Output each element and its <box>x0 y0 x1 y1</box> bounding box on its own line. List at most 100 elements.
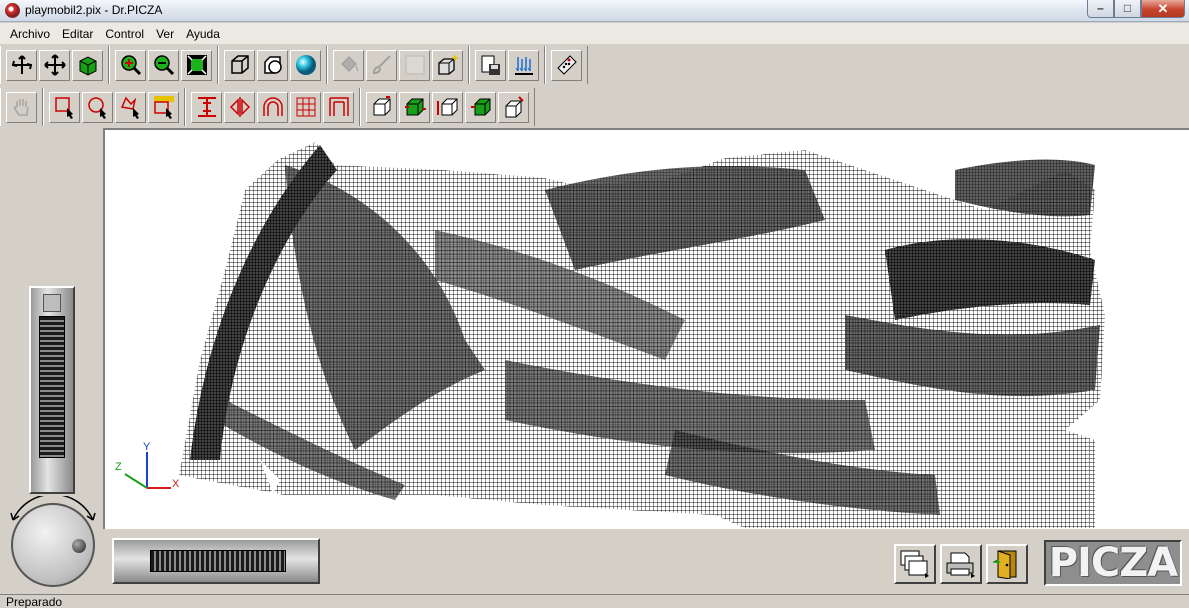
vertical-slider-track[interactable] <box>39 316 65 458</box>
paint-bucket-icon <box>340 56 358 72</box>
toolbar-group-select <box>43 88 185 126</box>
menu-archivo[interactable]: Archivo <box>4 27 56 41</box>
toolbar-group-transform <box>185 88 360 126</box>
box-scale-icon <box>505 96 524 118</box>
axis-x-label: X <box>172 478 180 490</box>
exit-door-icon <box>993 550 1017 579</box>
minimize-button[interactable]: – <box>1087 0 1114 18</box>
select-all-button[interactable] <box>148 91 179 123</box>
export-disk-icon <box>481 55 500 75</box>
color-button[interactable] <box>399 49 430 81</box>
toolbar-group-export <box>469 46 545 84</box>
menu-control[interactable]: Control <box>99 27 150 41</box>
toolbar-group-boxes <box>360 88 535 126</box>
lasso-select-icon <box>120 96 139 119</box>
menu-ver[interactable]: Ver <box>150 27 180 41</box>
blank-swatch-icon <box>405 55 424 75</box>
zoom-out-icon <box>153 55 174 76</box>
menu-ayuda[interactable]: Ayuda <box>180 27 226 41</box>
vertical-slider-knob[interactable] <box>43 294 61 312</box>
hidden-line-button[interactable] <box>257 49 288 81</box>
shaded-button[interactable] <box>290 49 321 81</box>
remote-button[interactable] <box>551 49 582 81</box>
vertical-rotation-slider[interactable] <box>29 286 75 494</box>
hidden-line-icon <box>263 56 282 74</box>
frame-button[interactable] <box>323 91 354 123</box>
box-scale-button[interactable] <box>498 91 529 123</box>
pan-button[interactable] <box>6 91 37 123</box>
main-toolbar <box>0 45 588 85</box>
paint-bucket-button[interactable] <box>333 49 364 81</box>
left-control-panel <box>2 128 102 593</box>
zoom-out-button[interactable] <box>148 49 179 81</box>
print-button[interactable] <box>940 544 982 584</box>
maximize-button[interactable]: □ <box>1114 0 1141 18</box>
lasso-select-button[interactable] <box>115 91 146 123</box>
mirror-button[interactable] <box>224 91 255 123</box>
window-controls: – □ ✕ <box>1087 0 1185 18</box>
wireframe-canvas[interactable]: Y X Z <box>105 130 1189 529</box>
sparkle-cube-icon <box>437 54 459 75</box>
grid-button[interactable] <box>290 91 321 123</box>
horizontal-rotation-slider[interactable] <box>112 538 320 584</box>
green-box-button[interactable] <box>399 91 430 123</box>
stacked-windows-icon <box>900 550 929 578</box>
box-icon <box>373 96 390 116</box>
wireframe-button[interactable] <box>224 49 255 81</box>
wireframe-cube-icon <box>230 55 249 74</box>
stretch-icon <box>197 97 216 117</box>
surface-arrows-icon <box>514 57 533 75</box>
green-box-arrow-icon <box>404 98 426 116</box>
green-box-align-button[interactable] <box>465 91 496 123</box>
horizontal-slider-track[interactable] <box>150 550 286 572</box>
brush-button[interactable] <box>366 49 397 81</box>
surface-button[interactable] <box>508 49 539 81</box>
model-viewport[interactable]: Y X Z <box>103 128 1189 529</box>
rect-select-icon <box>54 97 73 119</box>
rotate-button[interactable] <box>6 49 37 81</box>
app-window: playmobil2.pix - Dr.PICZA – □ ✕ Archivo … <box>0 0 1189 608</box>
select-all-icon <box>153 96 174 119</box>
arch-button[interactable] <box>257 91 288 123</box>
maximize-icon: □ <box>1123 1 1132 15</box>
toolbar-group-hand <box>0 88 43 126</box>
edit-toolbar <box>0 87 535 127</box>
axis-indicator: Y X Z <box>115 441 180 490</box>
toolbar-group-view <box>0 46 109 84</box>
object-button[interactable] <box>72 49 103 81</box>
move-button[interactable] <box>39 49 70 81</box>
export-button[interactable] <box>475 49 506 81</box>
copy-windows-button[interactable] <box>894 544 936 584</box>
menu-editar[interactable]: Editar <box>56 27 99 41</box>
wireframe-model <box>179 142 1105 528</box>
close-icon: ✕ <box>1157 1 1169 16</box>
app-icon[interactable] <box>5 3 20 18</box>
picza-logo: PICZA <box>1044 540 1182 586</box>
shaded-sphere-icon <box>295 55 316 75</box>
circle-select-button[interactable] <box>82 91 113 123</box>
brush-icon <box>372 55 391 75</box>
exit-button[interactable] <box>986 544 1028 584</box>
dial-handle[interactable] <box>72 539 86 553</box>
stretch-button[interactable] <box>191 91 222 123</box>
box-align-button[interactable] <box>432 91 463 123</box>
zoom-fit-button[interactable] <box>181 49 212 81</box>
mirror-icon <box>229 97 250 117</box>
green-box-align-icon <box>470 98 490 116</box>
status-text: Preparado <box>6 595 63 608</box>
rect-select-button[interactable] <box>49 91 80 123</box>
arch-icon <box>262 97 283 116</box>
rotate-icon <box>11 55 32 74</box>
hand-icon <box>13 99 29 116</box>
window-title: playmobil2.pix - Dr.PICZA <box>25 3 163 17</box>
box-button[interactable] <box>366 91 397 123</box>
remote-control-icon <box>556 55 577 75</box>
frame-icon <box>328 97 349 116</box>
texture-button[interactable] <box>432 49 463 81</box>
green-box-icon <box>79 56 96 76</box>
status-bar: Preparado <box>0 594 1189 608</box>
move-icon <box>43 54 66 76</box>
rotation-dial[interactable] <box>11 503 95 587</box>
zoom-in-button[interactable] <box>115 49 146 81</box>
close-button[interactable]: ✕ <box>1141 0 1185 18</box>
